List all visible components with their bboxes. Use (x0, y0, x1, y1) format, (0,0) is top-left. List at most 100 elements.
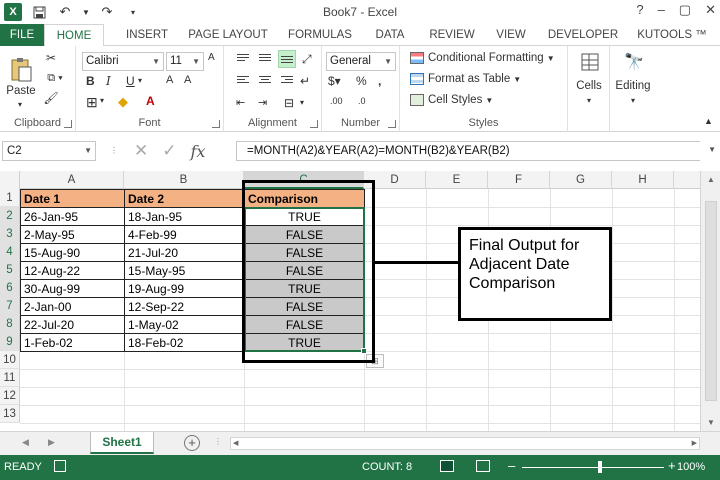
accounting-format-icon[interactable]: $▾ (328, 74, 341, 88)
column-header-f[interactable]: F (488, 171, 550, 189)
increase-indent-icon[interactable]: ⇥ (258, 96, 267, 109)
zoom-in-icon[interactable]: + (668, 458, 676, 473)
tab-file[interactable]: FILE (0, 24, 44, 46)
font-launcher-icon[interactable] (212, 120, 220, 128)
copy-icon[interactable]: ⧉ ▾ (42, 70, 68, 86)
enter-icon[interactable]: ✓ (162, 141, 176, 161)
middle-align-icon[interactable] (258, 54, 272, 61)
font-color-dropdown-icon[interactable]: A (146, 94, 155, 108)
editing-dropdown-icon[interactable]: ▾ (610, 96, 656, 105)
row-header[interactable]: 6 (0, 279, 20, 297)
cells-button[interactable]: Cells (568, 80, 610, 92)
editing-button[interactable]: Editing (610, 80, 656, 92)
clipboard-launcher-icon[interactable] (64, 120, 72, 128)
fill-color-icon[interactable]: ◆ (118, 94, 128, 110)
tab-page-layout[interactable]: PAGE LAYOUT (186, 24, 270, 46)
cell-a2[interactable]: 26-Jan-95 (20, 207, 125, 226)
vertical-scrollbar[interactable]: ▲ ▼ (700, 171, 720, 431)
cells-icon[interactable] (578, 50, 602, 74)
align-center-icon[interactable] (258, 76, 272, 83)
cell-b2[interactable]: 18-Jan-95 (124, 207, 245, 226)
align-right-icon[interactable] (280, 76, 294, 83)
number-launcher-icon[interactable] (388, 120, 396, 128)
cell-c4[interactable]: FALSE (244, 243, 365, 262)
expand-formula-bar-icon[interactable]: ▼ (708, 145, 716, 154)
scroll-up-icon[interactable]: ▲ (701, 175, 720, 184)
tab-formulas[interactable]: FORMULAS (284, 24, 356, 46)
bottom-align-icon[interactable] (278, 50, 296, 68)
underline-dropdown-icon[interactable]: ▾ (138, 76, 142, 85)
cell-a7[interactable]: 2-Jan-00 (20, 297, 125, 316)
row-header[interactable]: 3 (0, 225, 20, 243)
font-color-icon[interactable]: A (166, 74, 173, 86)
select-all-button[interactable] (0, 171, 20, 189)
wrap-text-icon[interactable]: ↵ (300, 74, 310, 88)
paste-dropdown-icon[interactable]: ▾ (18, 100, 22, 109)
format-painter-icon[interactable]: 🖌 (42, 90, 60, 106)
shrink-font-icon[interactable]: A (184, 74, 191, 86)
column-header-g[interactable]: G (550, 171, 612, 189)
name-box[interactable]: C2 ▼ (2, 141, 96, 161)
cell-c6[interactable]: TRUE (244, 279, 365, 298)
merge-dropdown-icon[interactable]: ▾ (300, 98, 304, 107)
cut-icon[interactable]: ✂ (42, 50, 60, 66)
number-format-dropdown[interactable]: General ▼ (326, 52, 396, 71)
cell-a9[interactable]: 1-Feb-02 (20, 333, 125, 352)
help-button[interactable]: ? (636, 2, 643, 18)
top-align-icon[interactable] (236, 54, 250, 61)
format-as-table-button[interactable]: Format as Table ▼ (410, 73, 540, 85)
merge-center-icon[interactable]: ⊟ (284, 96, 294, 110)
minimize-button[interactable]: – (658, 2, 665, 18)
insert-function-icon[interactable]: fx (191, 142, 206, 161)
conditional-formatting-button[interactable]: Conditional Formatting ▼ (410, 52, 566, 64)
row-header[interactable]: 2 (0, 207, 20, 225)
align-left-icon[interactable] (236, 76, 250, 83)
font-size-dropdown[interactable]: 11 ▼ (166, 52, 204, 71)
tab-kutools[interactable]: KUTOOLS ™ (634, 24, 710, 46)
column-header-d[interactable]: D (364, 171, 426, 189)
cell-a8[interactable]: 22-Jul-20 (20, 315, 125, 334)
zoom-out-icon[interactable]: – (508, 458, 515, 473)
bold-button[interactable]: B (86, 74, 95, 88)
row-header[interactable]: 11 (0, 369, 20, 387)
row-header[interactable]: 1 (0, 189, 20, 207)
formula-input[interactable]: =MONTH(A2)&YEAR(A2)=MONTH(B2)&YEAR(B2) (236, 141, 700, 161)
cell-c7[interactable]: FALSE (244, 297, 365, 316)
tab-view[interactable]: VIEW (490, 24, 532, 46)
row-header[interactable]: 7 (0, 297, 20, 315)
scroll-right-icon[interactable]: ▶ (692, 439, 697, 447)
tab-data[interactable]: DATA (368, 24, 412, 46)
zoom-slider-thumb[interactable] (598, 461, 602, 473)
cell-b5[interactable]: 15-May-95 (124, 261, 245, 280)
row-header[interactable]: 4 (0, 243, 20, 261)
normal-view-icon[interactable] (440, 460, 454, 472)
cell-c2[interactable]: TRUE (244, 207, 365, 226)
cell-a3[interactable]: 2-May-95 (20, 225, 125, 244)
row-header[interactable]: 9 (0, 333, 20, 351)
cell-c8[interactable]: FALSE (244, 315, 365, 334)
cell-b8[interactable]: 1-May-02 (124, 315, 245, 334)
macro-record-icon[interactable] (54, 460, 66, 472)
scroll-left-icon[interactable]: ◀ (233, 439, 238, 447)
cell-b7[interactable]: 12-Sep-22 (124, 297, 245, 316)
add-sheet-button[interactable]: + (184, 435, 200, 451)
scroll-thumb[interactable] (705, 201, 717, 401)
cell-b6[interactable]: 19-Aug-99 (124, 279, 245, 298)
cells-dropdown-icon[interactable]: ▾ (568, 96, 610, 105)
collapse-ribbon-icon[interactable]: ▲ (704, 116, 713, 126)
cell-c9[interactable]: TRUE (244, 333, 365, 352)
column-header-c[interactable]: C (244, 171, 364, 189)
orientation-icon[interactable]: ⤢ (302, 52, 312, 67)
cell-c1[interactable]: Comparison (244, 189, 365, 208)
restore-button[interactable]: ▢ (679, 2, 691, 18)
horizontal-scrollbar[interactable]: ◀ ▶ (230, 437, 700, 450)
cell-styles-button[interactable]: Cell Styles ▼ (410, 94, 520, 106)
cell-c3[interactable]: FALSE (244, 225, 365, 244)
borders-icon[interactable]: ⊞ (86, 94, 98, 111)
tab-review[interactable]: REVIEW (424, 24, 480, 46)
zoom-level[interactable]: 100% (677, 461, 705, 473)
cell-a6[interactable]: 30-Aug-99 (20, 279, 125, 298)
zoom-slider[interactable] (522, 467, 664, 468)
tab-insert[interactable]: INSERT (118, 24, 176, 46)
cell-b3[interactable]: 4-Feb-99 (124, 225, 245, 244)
